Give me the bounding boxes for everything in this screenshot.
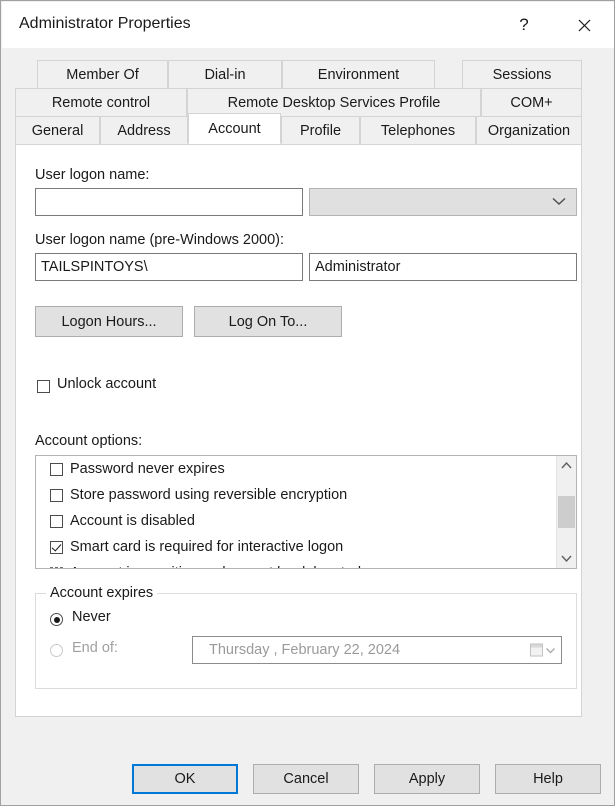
list-item[interactable]: Store password using reversible encrypti… <box>36 482 576 508</box>
tab-organization[interactable]: Organization <box>476 116 582 144</box>
tab-row-2: Remote control Remote Desktop Services P… <box>15 88 582 116</box>
account-expires-never-label: Never <box>72 609 111 625</box>
title-bar: Administrator Properties ? <box>2 2 614 48</box>
account-expires-title: Account expires <box>46 585 158 601</box>
tab-remote-control[interactable]: Remote control <box>15 88 187 116</box>
tab-member-of[interactable]: Member Of <box>37 60 168 88</box>
unlock-account-checkbox[interactable] <box>37 380 50 393</box>
scroll-down-icon[interactable] <box>557 549 576 568</box>
account-tab-panel: User logon name: User logon name (pre-Wi… <box>15 144 582 717</box>
help-button[interactable]: Help <box>495 764 601 794</box>
tab-profile[interactable]: Profile <box>281 116 360 144</box>
account-expires-date-picker[interactable]: Thursday , February 22, 2024 <box>192 636 562 664</box>
option-checkbox[interactable] <box>50 540 63 554</box>
tab-environment[interactable]: Environment <box>282 60 435 88</box>
list-item[interactable]: Account is sensitive and cannot be deleg… <box>36 560 576 568</box>
tab-remote-desktop-services-profile[interactable]: Remote Desktop Services Profile <box>187 88 481 116</box>
list-item[interactable]: Account is disabled <box>36 508 576 534</box>
tab-address[interactable]: Address <box>100 116 188 144</box>
user-logon-name-input[interactable] <box>35 188 303 216</box>
list-item[interactable]: Password never expires <box>36 456 576 482</box>
tab-general[interactable]: General <box>15 116 100 144</box>
list-item-label: Account is disabled <box>70 513 195 529</box>
upn-suffix-dropdown[interactable] <box>309 188 577 216</box>
account-expires-end-of-radio[interactable] <box>50 644 63 657</box>
logon-hours-button[interactable]: Logon Hours... <box>35 306 183 337</box>
account-expires-group: Account expires Never End of: Thursday ,… <box>35 585 577 689</box>
account-expires-end-of-label: End of: <box>72 640 118 656</box>
tab-telephones[interactable]: Telephones <box>360 116 476 144</box>
unlock-account-label: Unlock account <box>57 376 157 392</box>
cancel-button[interactable]: Cancel <box>253 764 359 794</box>
account-options-label: Account options: <box>35 433 143 449</box>
close-icon[interactable] <box>561 3 607 47</box>
user-logon-name-label: User logon name: <box>35 167 150 183</box>
list-item-label: Smart card is required for interactive l… <box>70 539 344 555</box>
option-checkbox[interactable] <box>50 488 63 502</box>
scrollbar-thumb[interactable] <box>558 496 575 528</box>
option-checkbox[interactable] <box>50 566 63 568</box>
list-item-label: Account is sensitive and cannot be deleg… <box>70 565 361 568</box>
log-on-to-button[interactable]: Log On To... <box>194 306 342 337</box>
account-expires-date-value: Thursday , February 22, 2024 <box>209 642 401 658</box>
calendar-icon <box>530 643 543 657</box>
tab-account[interactable]: Account <box>188 113 281 144</box>
tab-com-plus[interactable]: COM+ <box>481 88 582 116</box>
scroll-up-icon[interactable] <box>557 456 576 475</box>
tab-dial-in[interactable]: Dial-in <box>168 60 282 88</box>
ok-button[interactable]: OK <box>132 764 238 794</box>
tab-row-3: General Address Account Profile Telephon… <box>15 113 582 144</box>
option-checkbox[interactable] <box>50 462 63 476</box>
list-item-label: Store password using reversible encrypti… <box>70 487 348 503</box>
account-expires-never-radio[interactable] <box>50 613 63 626</box>
pre-windows-2000-domain-input[interactable] <box>35 253 303 281</box>
pre-windows-2000-user-input[interactable] <box>309 253 577 281</box>
tab-sessions[interactable]: Sessions <box>462 60 582 88</box>
tab-row-1: Member Of Dial-in Environment Sessions <box>15 60 582 88</box>
option-checkbox[interactable] <box>50 514 63 528</box>
pre-windows-2000-label: User logon name (pre-Windows 2000): <box>35 232 285 248</box>
administrator-properties-dialog: Administrator Properties ? Member Of Dia… <box>0 0 615 806</box>
tab-strip: Member Of Dial-in Environment Sessions R… <box>15 60 582 144</box>
window-title: Administrator Properties <box>19 15 191 32</box>
apply-button[interactable]: Apply <box>374 764 480 794</box>
account-options-scrollbar[interactable] <box>556 456 576 568</box>
list-item-label: Password never expires <box>70 461 225 477</box>
chevron-down-icon <box>552 193 566 211</box>
account-options-list[interactable]: Password never expires Store password us… <box>35 455 577 569</box>
help-icon[interactable]: ? <box>501 3 547 47</box>
calendar-dropdown-icon[interactable] <box>530 643 555 657</box>
list-item[interactable]: Smart card is required for interactive l… <box>36 534 576 560</box>
